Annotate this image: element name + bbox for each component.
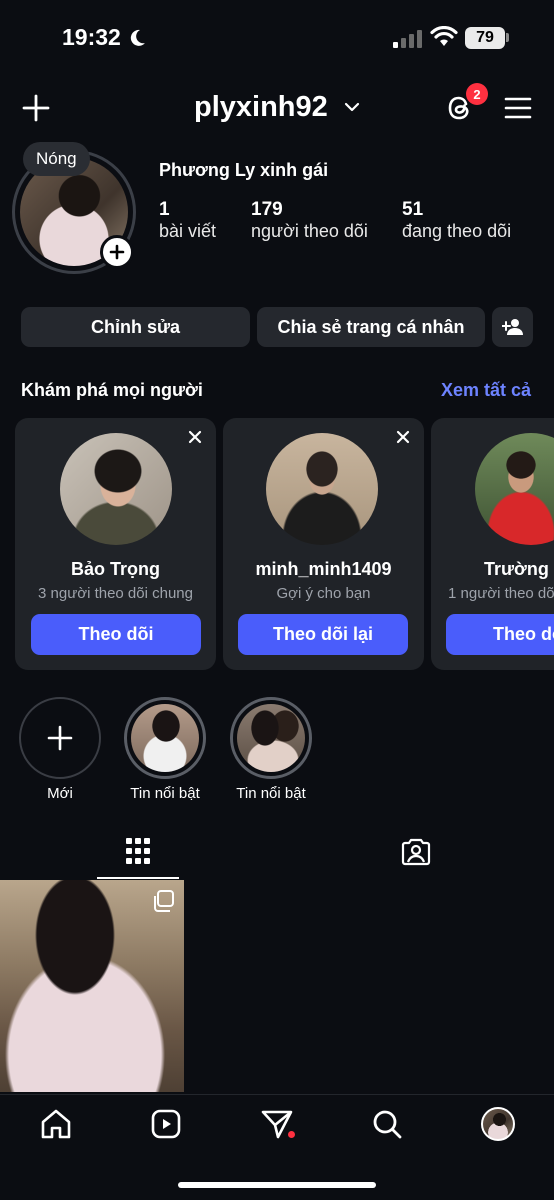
follow-button[interactable]: Theo dõi bbox=[31, 614, 201, 655]
stat-following[interactable]: 51 đang theo dõi bbox=[402, 199, 511, 242]
menu-icon[interactable] bbox=[504, 96, 532, 120]
home-icon[interactable] bbox=[40, 1109, 72, 1139]
highlight-label: Tin nổi bật bbox=[236, 785, 306, 802]
discover-people-button[interactable] bbox=[492, 307, 533, 347]
search-icon[interactable] bbox=[372, 1109, 402, 1139]
notification-badge: 2 bbox=[466, 83, 488, 105]
highlight-ring bbox=[124, 697, 206, 779]
suggested-user-name[interactable]: minh_minh1409 bbox=[223, 559, 424, 580]
stat-label: người theo dõi bbox=[251, 221, 368, 241]
share-profile-button[interactable]: Chia sẻ trang cá nhân bbox=[257, 307, 485, 347]
highlight-new[interactable] bbox=[19, 697, 101, 779]
suggestion-card[interactable]: minh_minh1409 Gợi ý cho bạn Theo dõi lại bbox=[223, 418, 424, 670]
carousel-icon bbox=[154, 890, 174, 912]
suggestion-card[interactable]: Trường h 1 người theo dõ Theo dõ bbox=[431, 418, 554, 670]
suggested-user-subtitle: 1 người theo dõ bbox=[448, 585, 554, 602]
suggested-user-name[interactable]: Trường h bbox=[484, 559, 554, 580]
battery-indicator: 79 bbox=[465, 27, 505, 49]
see-all-link[interactable]: Xem tất cả bbox=[441, 380, 531, 401]
status-time: 19:32 bbox=[62, 24, 121, 50]
highlight-ring bbox=[230, 697, 312, 779]
stat-value: 51 bbox=[402, 199, 424, 220]
plus-icon bbox=[47, 725, 73, 751]
add-story-button[interactable] bbox=[100, 235, 134, 269]
signal-icon bbox=[393, 30, 422, 48]
suggested-user-name[interactable]: Bảo Trọng bbox=[15, 559, 216, 580]
stat-value: 1 bbox=[159, 199, 170, 220]
highlight-item[interactable] bbox=[230, 697, 312, 779]
plus-icon bbox=[109, 244, 125, 260]
user-avatar[interactable] bbox=[60, 433, 172, 545]
follow-button[interactable]: Theo dõ bbox=[446, 614, 554, 655]
follow-back-button[interactable]: Theo dõi lại bbox=[238, 614, 408, 655]
plus-icon[interactable] bbox=[22, 94, 50, 122]
tagged-icon[interactable] bbox=[401, 836, 431, 866]
grid-icon[interactable] bbox=[126, 838, 150, 864]
moon-icon bbox=[130, 29, 145, 46]
wifi-icon bbox=[430, 26, 458, 46]
highlight-thumbnail bbox=[131, 704, 199, 772]
reels-icon[interactable] bbox=[151, 1109, 181, 1139]
profile-tab-avatar[interactable] bbox=[481, 1107, 515, 1141]
stat-posts[interactable]: 1 bài viết bbox=[159, 199, 216, 242]
suggested-user-subtitle: 3 người theo dõi chung bbox=[38, 585, 193, 602]
active-tab-indicator bbox=[97, 877, 179, 879]
note-bubble[interactable]: Nóng bbox=[23, 142, 90, 176]
suggested-user-subtitle: Gợi ý cho bạn bbox=[276, 585, 371, 602]
highlight-thumbnail bbox=[237, 704, 305, 772]
highlight-item[interactable] bbox=[124, 697, 206, 779]
stat-label: đang theo dõi bbox=[402, 221, 512, 241]
highlight-label: Mới bbox=[47, 785, 73, 802]
highlight-label: Tin nổi bật bbox=[130, 785, 200, 802]
chevron-down-icon[interactable] bbox=[344, 101, 360, 113]
edit-profile-button[interactable]: Chỉnh sửa bbox=[21, 307, 250, 347]
display-name: Phương Ly xinh gái bbox=[159, 160, 329, 180]
home-indicator bbox=[178, 1182, 376, 1188]
stat-label: bài viết bbox=[159, 221, 217, 241]
add-person-icon bbox=[501, 319, 523, 335]
battery-tip bbox=[506, 33, 509, 42]
close-icon[interactable] bbox=[188, 430, 202, 444]
stat-followers[interactable]: 179 người theo dõi bbox=[251, 199, 368, 242]
stat-value: 179 bbox=[251, 199, 283, 220]
notification-dot bbox=[288, 1131, 295, 1138]
discover-title: Khám phá mọi người bbox=[21, 380, 203, 400]
user-avatar[interactable] bbox=[475, 433, 554, 545]
post-thumbnail[interactable] bbox=[0, 880, 184, 1092]
highlight-new-ring bbox=[19, 697, 101, 779]
user-avatar[interactable] bbox=[266, 433, 378, 545]
username[interactable]: plyxinh92 bbox=[194, 91, 328, 124]
suggestion-card[interactable]: Bảo Trọng 3 người theo dõi chung Theo dõ… bbox=[15, 418, 216, 670]
close-icon[interactable] bbox=[396, 430, 410, 444]
